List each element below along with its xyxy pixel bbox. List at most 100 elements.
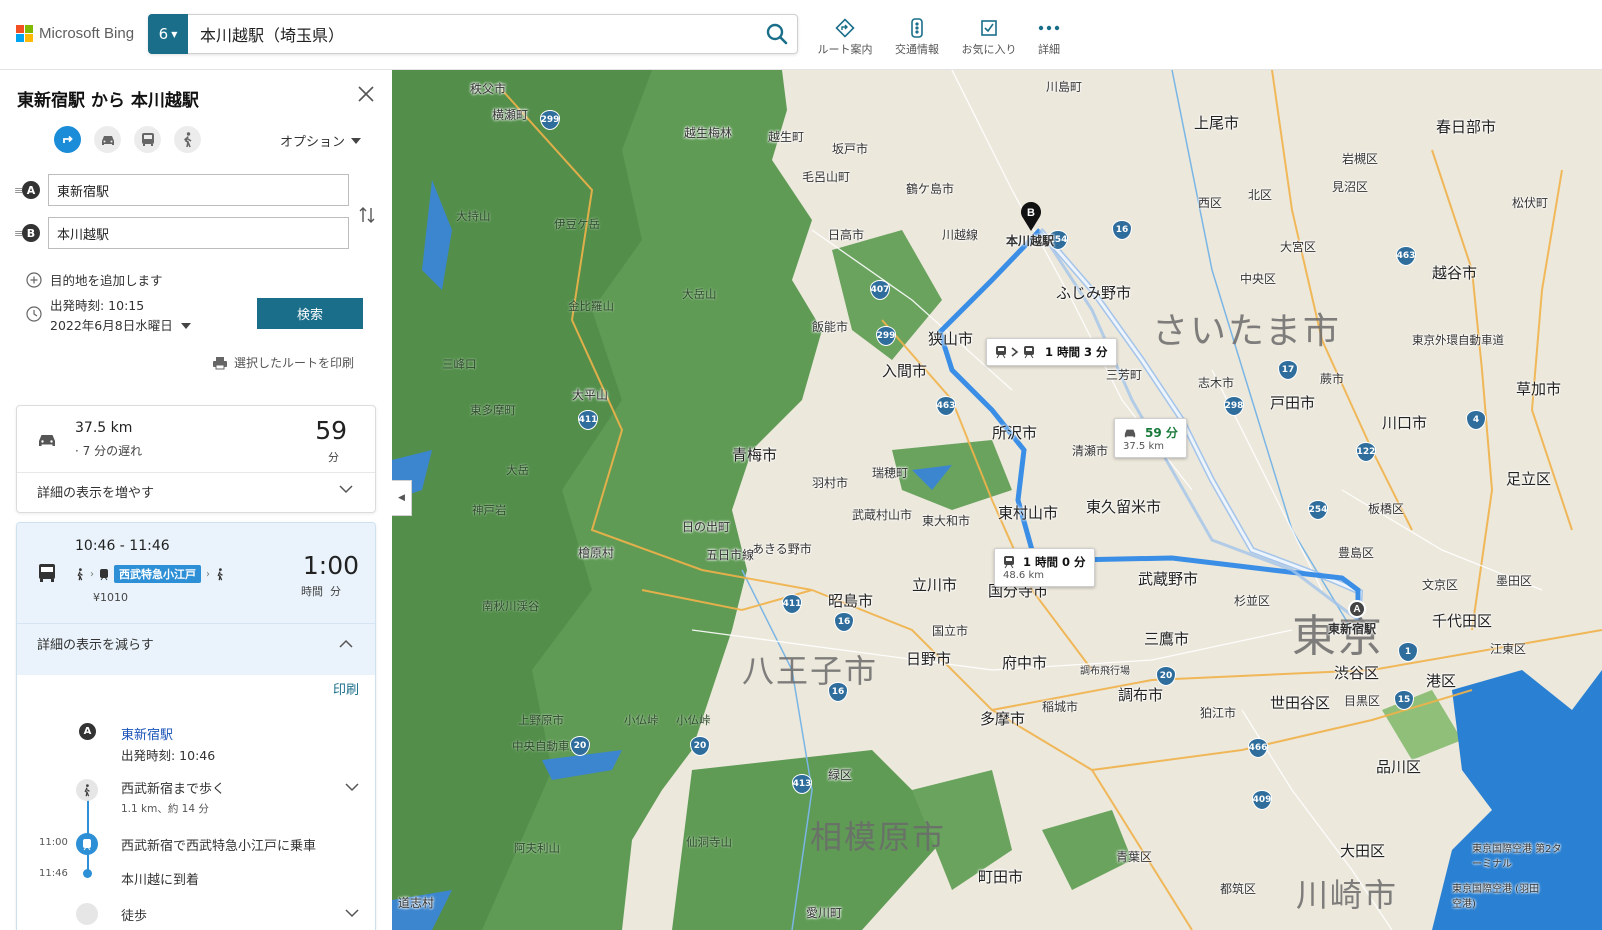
map-label: 檜原村 — [578, 546, 615, 560]
map-label-sagamihara: 相模原市 — [810, 818, 947, 856]
map-label: 見沼区 — [1332, 180, 1369, 194]
step-subtitle: 出発時刻: 10:46 — [121, 748, 216, 763]
map-label: 文京区 — [1422, 578, 1459, 592]
step-title[interactable]: 東新宿駅 — [121, 724, 173, 743]
driving-route-time: 59 分 — [1145, 426, 1178, 440]
traffic-button[interactable]: 交通情報 — [884, 18, 950, 57]
mode-driving-button[interactable] — [94, 126, 121, 153]
driving-route-tag[interactable]: 59 分 37.5 km — [1114, 418, 1187, 458]
directions-icon — [835, 18, 855, 38]
step-walk[interactable]: 西武新宿まで歩く 1.1 km、約 14 分 — [17, 777, 375, 821]
tab-count-button[interactable]: 6 ▼ — [148, 14, 188, 54]
traffic-label: 交通情報 — [895, 43, 939, 56]
walking-icon — [217, 567, 223, 580]
print-selected-route-button[interactable]: 選択したルートを印刷 — [212, 354, 354, 371]
train-icon — [76, 833, 98, 855]
directions-label: ルート案内 — [817, 43, 873, 56]
map-label: 所沢市 — [992, 424, 1038, 442]
show-more-details-button[interactable]: 詳細の表示を増やす — [17, 472, 375, 510]
map-label: 三芳町 — [1106, 368, 1143, 382]
map-label: 豊島区 — [1338, 546, 1375, 560]
more-button[interactable]: 詳細 — [1016, 18, 1082, 57]
train-icon — [1024, 346, 1034, 359]
bing-logo[interactable]: Microsoft Bing — [16, 25, 134, 42]
directions-button[interactable]: ルート案内 — [812, 18, 878, 57]
step-time: 11:46 — [39, 868, 68, 879]
alt-route-distance: 48.6 km — [1003, 570, 1044, 581]
map-label: 西区 — [1198, 196, 1223, 210]
map-label: 越生町 — [768, 130, 805, 144]
map-view[interactable]: さいたま市 八王子市 相模原市 東京 秩父市 横瀬町 越生梅林 越生町 坂戸市 … — [392, 70, 1602, 930]
departure-date: 2022年6月8日水曜日 — [50, 318, 173, 333]
transit-route-card[interactable]: 10:46 - 11:46 › 西武特急小江戸 › ¥1010 1:00 時間 … — [16, 522, 376, 930]
train-icon — [996, 346, 1006, 359]
map-label: 南秋川渓谷 — [482, 599, 540, 613]
swap-waypoints-icon[interactable] — [358, 204, 376, 226]
departure-time-selector[interactable]: 出発時刻: 10:15 2022年6月8日水曜日 — [26, 296, 191, 336]
add-destination-button[interactable]: 目的地を追加します — [26, 270, 163, 289]
print-link[interactable]: 印刷 — [333, 679, 359, 698]
map-label: 東京国際空港 第2ターミナル — [1472, 844, 1562, 870]
driving-route-summary[interactable]: 37.5 km · 7 分の遅れ 59 分 — [17, 406, 375, 472]
map-label: 川口市 — [1382, 414, 1428, 432]
alt-route-tag[interactable]: 1 時間 0 分 48.6 km — [994, 548, 1095, 587]
map-label: 瑞穂町 — [872, 466, 909, 480]
destination-input[interactable] — [48, 217, 349, 249]
map-label: 川越線 — [942, 228, 979, 242]
map-label: 狛江市 — [1200, 706, 1237, 720]
driving-route-card[interactable]: 37.5 km · 7 分の遅れ 59 分 詳細の表示を増やす — [16, 405, 376, 513]
map-label: 春日部市 — [1436, 118, 1497, 136]
map-label: 日野市 — [906, 650, 952, 668]
map-label: 国立市 — [932, 624, 969, 638]
drag-handle-icon[interactable]: ≡ — [14, 227, 23, 240]
walking-icon — [76, 779, 98, 801]
alt-route-time: 1 時間 0 分 — [1023, 555, 1086, 569]
favorites-icon — [980, 18, 998, 38]
best-route-icon — [62, 135, 73, 143]
chevron-down-icon[interactable] — [345, 909, 359, 918]
map-label: 清瀬市 — [1072, 444, 1109, 458]
walking-icon — [77, 567, 83, 580]
mode-walking-button[interactable] — [174, 126, 201, 153]
map-label: 大岳 — [506, 463, 529, 477]
search-button[interactable]: 検索 — [257, 298, 363, 329]
departure-time-label: 出発時刻: 10:15 — [50, 298, 145, 313]
transit-duration: 1:00 — [302, 551, 359, 580]
map-label: 大平山 — [572, 388, 609, 402]
drag-handle-icon[interactable]: ≡ — [14, 184, 23, 197]
map-terrain — [392, 70, 1602, 930]
start-location-input[interactable] — [48, 174, 349, 206]
options-dropdown[interactable]: オプション — [280, 131, 362, 150]
map-label: 越生梅林 — [684, 126, 733, 140]
map-label: 越谷市 — [1432, 264, 1478, 282]
show-fewer-details-button[interactable]: 詳細の表示を減らす — [17, 623, 375, 663]
map-label: 上野原市 — [518, 713, 564, 727]
microsoft-logo-icon — [16, 25, 33, 42]
map-label-hachioji: 八王子市 — [742, 652, 879, 690]
map-label: 町田市 — [978, 868, 1024, 886]
map-label: 目黒区 — [1344, 694, 1381, 708]
driving-distance: 37.5 km — [75, 420, 133, 436]
map-label: 入間市 — [882, 362, 928, 380]
map-label: 阿夫利山 — [514, 841, 560, 855]
collapse-panel-button[interactable]: ◀ — [392, 480, 412, 516]
map-label: 岩槻区 — [1342, 152, 1379, 166]
search-input[interactable] — [188, 24, 757, 44]
map-label: 墨田区 — [1496, 574, 1533, 588]
search-icon[interactable] — [757, 14, 797, 54]
map-label: 東村山市 — [998, 504, 1059, 522]
transit-fare: ¥1010 — [93, 591, 128, 604]
clock-icon — [26, 306, 42, 322]
driving-duration-unit: 分 — [328, 451, 339, 464]
destination-pin-b[interactable]: B — [1020, 202, 1042, 232]
map-label: 立川市 — [912, 576, 958, 594]
close-icon[interactable] — [356, 84, 376, 104]
transit-route-tag[interactable]: 1 時間 3 分 — [986, 338, 1117, 366]
map-label: 東京外環自動車道 — [1412, 333, 1504, 347]
favorites-button[interactable]: お気に入り — [956, 18, 1022, 57]
mode-best-route-button[interactable] — [54, 126, 81, 153]
map-label: 日高市 — [828, 228, 865, 242]
chevron-down-icon[interactable] — [345, 783, 359, 792]
mode-transit-button[interactable] — [134, 126, 161, 153]
origin-pin-a[interactable]: A — [1348, 600, 1366, 618]
